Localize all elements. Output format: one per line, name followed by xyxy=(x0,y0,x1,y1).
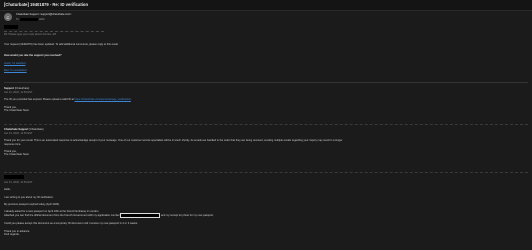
msg1-company: (Chaturbate) xyxy=(14,87,30,90)
msg3-line7: Kind regards, xyxy=(4,232,20,236)
msg2-company: (Chaturbate) xyxy=(29,128,44,131)
quote-separator xyxy=(4,31,104,32)
sender-block: Chaturbate Support <support@chaturbate.c… xyxy=(16,13,72,22)
recipient-suffix: Hidd xyxy=(38,18,45,22)
msg3-date: Jan 31, 2020, 11:53 EST xyxy=(4,181,33,185)
message-1: Support (Chaturbate) Jan 31, 2020, 11:53… xyxy=(4,87,132,112)
msg3-line2: My previous passport expired today (Apri… xyxy=(4,202,60,206)
message-3: Jan 31, 2020, 11:53 EST Hello, I am writ… xyxy=(4,175,214,236)
message-divider xyxy=(4,124,528,125)
msg3-greeting: Hello, xyxy=(4,188,11,192)
msg3-line4: Attached you can find the official docum… xyxy=(4,213,214,219)
msg2-author: Chaturbate Support xyxy=(4,128,29,131)
email-header: C Chaturbate Support <support@chaturbate… xyxy=(4,13,72,22)
redacted-author xyxy=(4,175,24,179)
msg3-line4-post: and my receipt for photo for my new pass… xyxy=(161,214,214,218)
rate-good-link[interactable]: Good, I'm satisfied xyxy=(4,62,25,65)
msg1-body-suffix: . xyxy=(130,98,132,102)
rate-bad-link[interactable]: Bad, I'm unsatisfied xyxy=(4,69,27,72)
redacted-recipient xyxy=(20,18,39,22)
msg2-team: The Chaturbate Team xyxy=(4,153,30,157)
msg3-line1: I am writing to you about my ID verifica… xyxy=(4,195,54,199)
recipient-line: To: Hidd xyxy=(16,18,72,21)
msg1-author: Support xyxy=(4,87,14,90)
avatar[interactable]: C xyxy=(4,13,12,21)
msg1-team: The Chaturbate Team xyxy=(4,108,30,112)
message-2: Chaturbate Support (Chaturbate) Jan 31, … xyxy=(4,128,524,156)
avatar-initial: C xyxy=(6,14,10,20)
recipient-prefix: To: xyxy=(16,18,20,22)
msg2-date: Jan 31, 2020, 11:53 EST xyxy=(4,132,33,136)
msg3-line5: Could you please accept this document as… xyxy=(4,222,138,226)
age-verification-link[interactable]: https://chaturbate.com/accounts/age_veri… xyxy=(75,98,131,101)
msg3-line4-pre: Attached you can find the official docum… xyxy=(4,214,120,218)
msg1-date: Jan 31, 2020, 11:53 EST xyxy=(4,91,33,95)
section-divider xyxy=(4,82,528,83)
message-divider xyxy=(4,172,528,173)
rate-prompt: How would you rate the support you recei… xyxy=(4,54,62,57)
window-titlebar: [Chaturbate] 19401879 - Re: ID verificat… xyxy=(0,0,532,11)
msg1-body: The ID you provided has expired. Please … xyxy=(4,98,132,101)
msg1-body-text: The ID you provided has expired. Please … xyxy=(4,98,74,102)
window-title: [Chaturbate] 19401879 - Re: ID verificat… xyxy=(4,2,89,8)
msg2-body-line2: response time. xyxy=(4,142,22,146)
redacted-name-block xyxy=(4,25,18,29)
sender-from[interactable]: Chaturbate Support <support@chaturbate.c… xyxy=(16,13,72,16)
request-line: Your request (19401879) has been updated… xyxy=(4,43,119,46)
redacted-application-number xyxy=(120,213,161,219)
quote-marker: ##- Please type your reply above this li… xyxy=(4,33,56,36)
